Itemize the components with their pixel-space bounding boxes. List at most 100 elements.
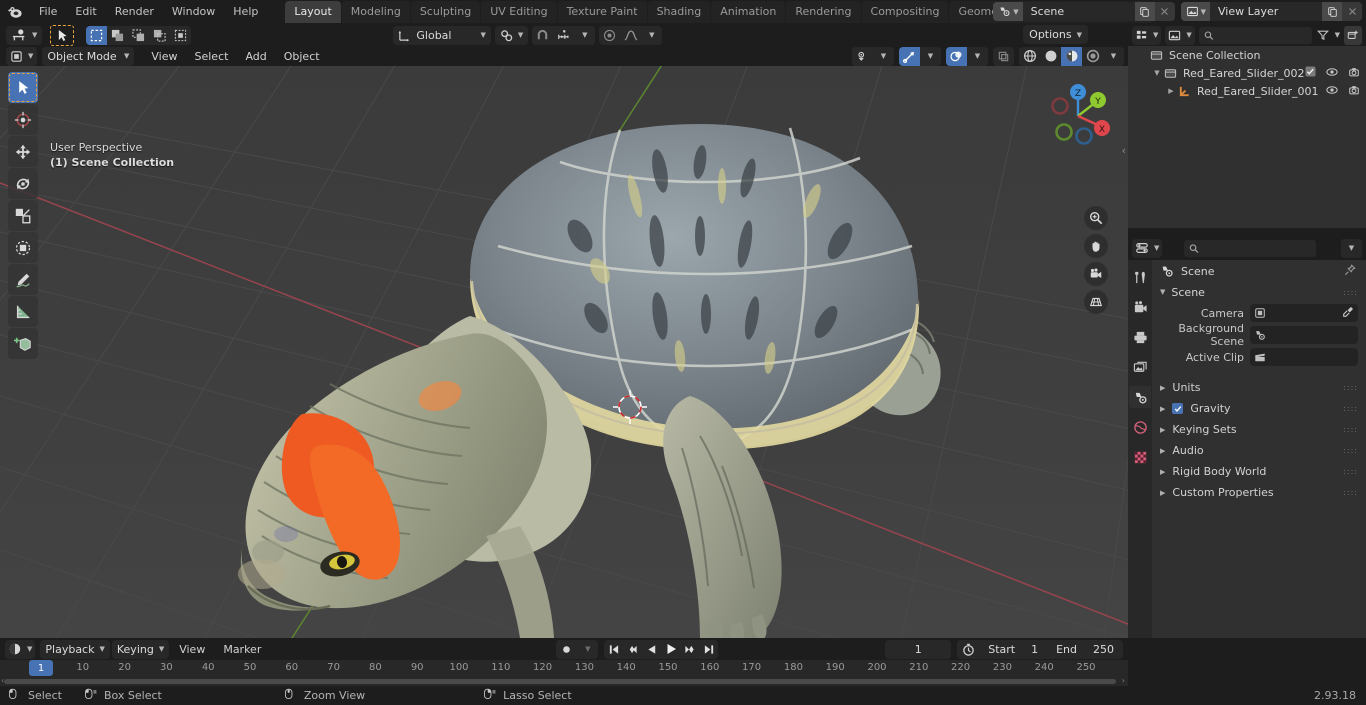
object-mode-dropdown[interactable]: Object Mode ▼ xyxy=(42,46,135,66)
view-layer-browse-icon[interactable]: ▼ xyxy=(1180,2,1210,21)
expand-toggle-icon[interactable]: ▼ xyxy=(1150,69,1164,77)
property-section-header[interactable]: ▶ Audio:::: xyxy=(1152,440,1366,461)
move-tool[interactable] xyxy=(8,136,38,167)
workspace-tab-sculpting[interactable]: Sculpting xyxy=(410,1,481,23)
jump-start-icon[interactable] xyxy=(604,640,623,659)
jump-end-icon[interactable] xyxy=(699,640,718,659)
falloff-curve-icon[interactable] xyxy=(620,25,642,45)
timeline-scrollbar[interactable] xyxy=(4,679,1116,684)
workspace-tab-animation[interactable]: Animation xyxy=(711,1,786,23)
xray-icon[interactable] xyxy=(993,46,1014,66)
filter-icon[interactable] xyxy=(1316,26,1331,45)
select-extend-icon[interactable] xyxy=(107,25,129,45)
timeline-menu-view[interactable]: View xyxy=(171,640,213,659)
workspace-tab-compositing[interactable]: Compositing xyxy=(861,1,949,23)
select-subtract-icon[interactable] xyxy=(128,25,150,45)
properties-options-chevron-icon[interactable]: ▼ xyxy=(1341,238,1362,258)
new-view-layer-button[interactable] xyxy=(1322,2,1342,21)
3d-viewport[interactable]: User Perspective (1) Scene Collection Z … xyxy=(0,66,1128,638)
workspace-tab-modeling[interactable]: Modeling xyxy=(341,1,410,23)
filter-chevron-icon[interactable]: ▼ xyxy=(1335,31,1340,39)
view-layer-tab[interactable] xyxy=(1129,356,1151,378)
current-frame-field[interactable]: 1 xyxy=(885,639,952,659)
disable-in-render-icon[interactable] xyxy=(1348,84,1360,99)
solid-icon[interactable] xyxy=(1040,46,1061,66)
hide-in-viewport-icon[interactable] xyxy=(1326,84,1338,99)
active-tool-dropdown[interactable]: ▼ xyxy=(6,25,43,45)
tool-tab[interactable] xyxy=(1129,266,1151,288)
outliner-search-input[interactable] xyxy=(1217,28,1307,42)
tweak-select-tool[interactable] xyxy=(8,72,38,103)
disable-in-render-icon[interactable] xyxy=(1348,66,1360,81)
pan-hand-icon[interactable] xyxy=(1084,234,1108,258)
viewport-menu-select[interactable]: Select xyxy=(187,47,237,66)
workspace-tab-layout[interactable]: Layout xyxy=(285,1,341,23)
property-section-header[interactable]: ▶ Keying Sets:::: xyxy=(1152,419,1366,440)
wireframe-icon[interactable] xyxy=(1019,46,1040,66)
scale-tool[interactable] xyxy=(8,200,38,231)
shading-chevron-icon[interactable]: ▼ xyxy=(1103,46,1124,66)
transform-tool[interactable] xyxy=(8,232,38,263)
visibility-chevron-icon[interactable]: ▼ xyxy=(873,46,894,66)
snap-increment-icon[interactable] xyxy=(553,25,575,45)
outliner-display-mode-dropdown[interactable]: ▼ xyxy=(1132,25,1162,45)
property-section-header[interactable]: ▶ Custom Properties:::: xyxy=(1152,482,1366,503)
menu-help[interactable]: Help xyxy=(224,2,267,22)
world-tab[interactable] xyxy=(1129,416,1151,438)
property-section-header[interactable]: ▶ Rigid Body World:::: xyxy=(1152,461,1366,482)
active-tool-icon[interactable] xyxy=(50,24,75,46)
toggle-perspective-icon[interactable] xyxy=(1084,290,1108,314)
select-intersect-icon[interactable] xyxy=(170,25,192,45)
playhead[interactable]: 1 xyxy=(29,660,53,676)
pin-icon[interactable] xyxy=(1344,263,1356,279)
viewport-menu-object[interactable]: Object xyxy=(276,47,328,66)
scene-tab[interactable] xyxy=(1129,386,1151,408)
menu-edit[interactable]: Edit xyxy=(66,2,105,22)
magnet-icon[interactable] xyxy=(532,25,554,45)
rotate-tool[interactable] xyxy=(8,168,38,199)
property-section-header[interactable]: ▶ Gravity:::: xyxy=(1152,398,1366,419)
blender-logo-icon[interactable] xyxy=(0,0,30,24)
workspace-tab-rendering[interactable]: Rendering xyxy=(786,1,861,23)
options-dropdown[interactable]: Options ▼ xyxy=(1023,25,1088,44)
viewport-menu-view[interactable]: View xyxy=(143,47,185,66)
sidebar-toggle-icon[interactable]: ‹ xyxy=(1122,144,1126,157)
texture-tab[interactable] xyxy=(1129,446,1151,468)
snap-target-dropdown[interactable]: ▼ xyxy=(494,25,529,45)
visibility-icon[interactable] xyxy=(852,46,873,66)
timeline-menu-playback[interactable]: Playback ▼ xyxy=(40,639,110,659)
stopwatch-icon[interactable] xyxy=(957,639,980,659)
timeline-ruler[interactable]: 10 20 30 40 50 60 70 80 90 100 110 120 130 140 150 160 1… xyxy=(0,660,1128,678)
menu-file[interactable]: File xyxy=(30,2,66,22)
outliner-row[interactable]: ▶ Red_Eared_Slider_001 xyxy=(1128,82,1366,100)
measure-tool[interactable] xyxy=(8,296,38,327)
timeline-menu-marker[interactable]: Marker xyxy=(215,640,269,659)
workspace-tab-shading[interactable]: Shading xyxy=(647,1,711,23)
gizmo-icon[interactable] xyxy=(899,46,920,66)
properties-search-input[interactable] xyxy=(1203,241,1312,255)
material-preview-icon[interactable] xyxy=(1061,46,1082,66)
scene-panel-header[interactable]: ▼ Scene :::: xyxy=(1152,282,1366,302)
overlays-icon[interactable] xyxy=(946,46,967,66)
expand-toggle-icon[interactable]: ▶ xyxy=(1164,87,1178,95)
properties-editor-type-dropdown[interactable]: ▼ xyxy=(1132,238,1163,258)
exclude-checkbox[interactable] xyxy=(1305,66,1316,80)
unlink-view-layer-button[interactable] xyxy=(1342,2,1362,21)
select-invert-icon[interactable] xyxy=(149,25,171,45)
timeline-menu-keying[interactable]: Keying ▼ xyxy=(111,639,170,659)
outliner-filter-type-dropdown[interactable]: ▼ xyxy=(1165,25,1195,45)
gizmo-chevron-icon[interactable]: ▼ xyxy=(920,46,941,66)
workspace-tab-texture-paint[interactable]: Texture Paint xyxy=(557,1,647,23)
new-scene-button[interactable] xyxy=(1134,2,1155,21)
end-frame-field[interactable]: End 250 xyxy=(1047,640,1123,659)
scene-browse-icon[interactable]: ▼ xyxy=(993,2,1023,21)
snap-options-chevron-icon[interactable]: ▼ xyxy=(574,25,596,45)
outliner-row[interactable]: ▼ Red_Eared_Slider_002 xyxy=(1128,64,1366,82)
record-icon[interactable] xyxy=(556,639,578,659)
annotate-tool[interactable] xyxy=(8,264,38,295)
eyedropper-icon[interactable] xyxy=(1342,306,1354,321)
viewport-menu-add[interactable]: Add xyxy=(237,47,274,66)
render-tab[interactable] xyxy=(1129,296,1151,318)
timeline-scroll-right-icon[interactable]: › xyxy=(1122,676,1125,685)
new-collection-icon[interactable] xyxy=(1344,25,1362,45)
